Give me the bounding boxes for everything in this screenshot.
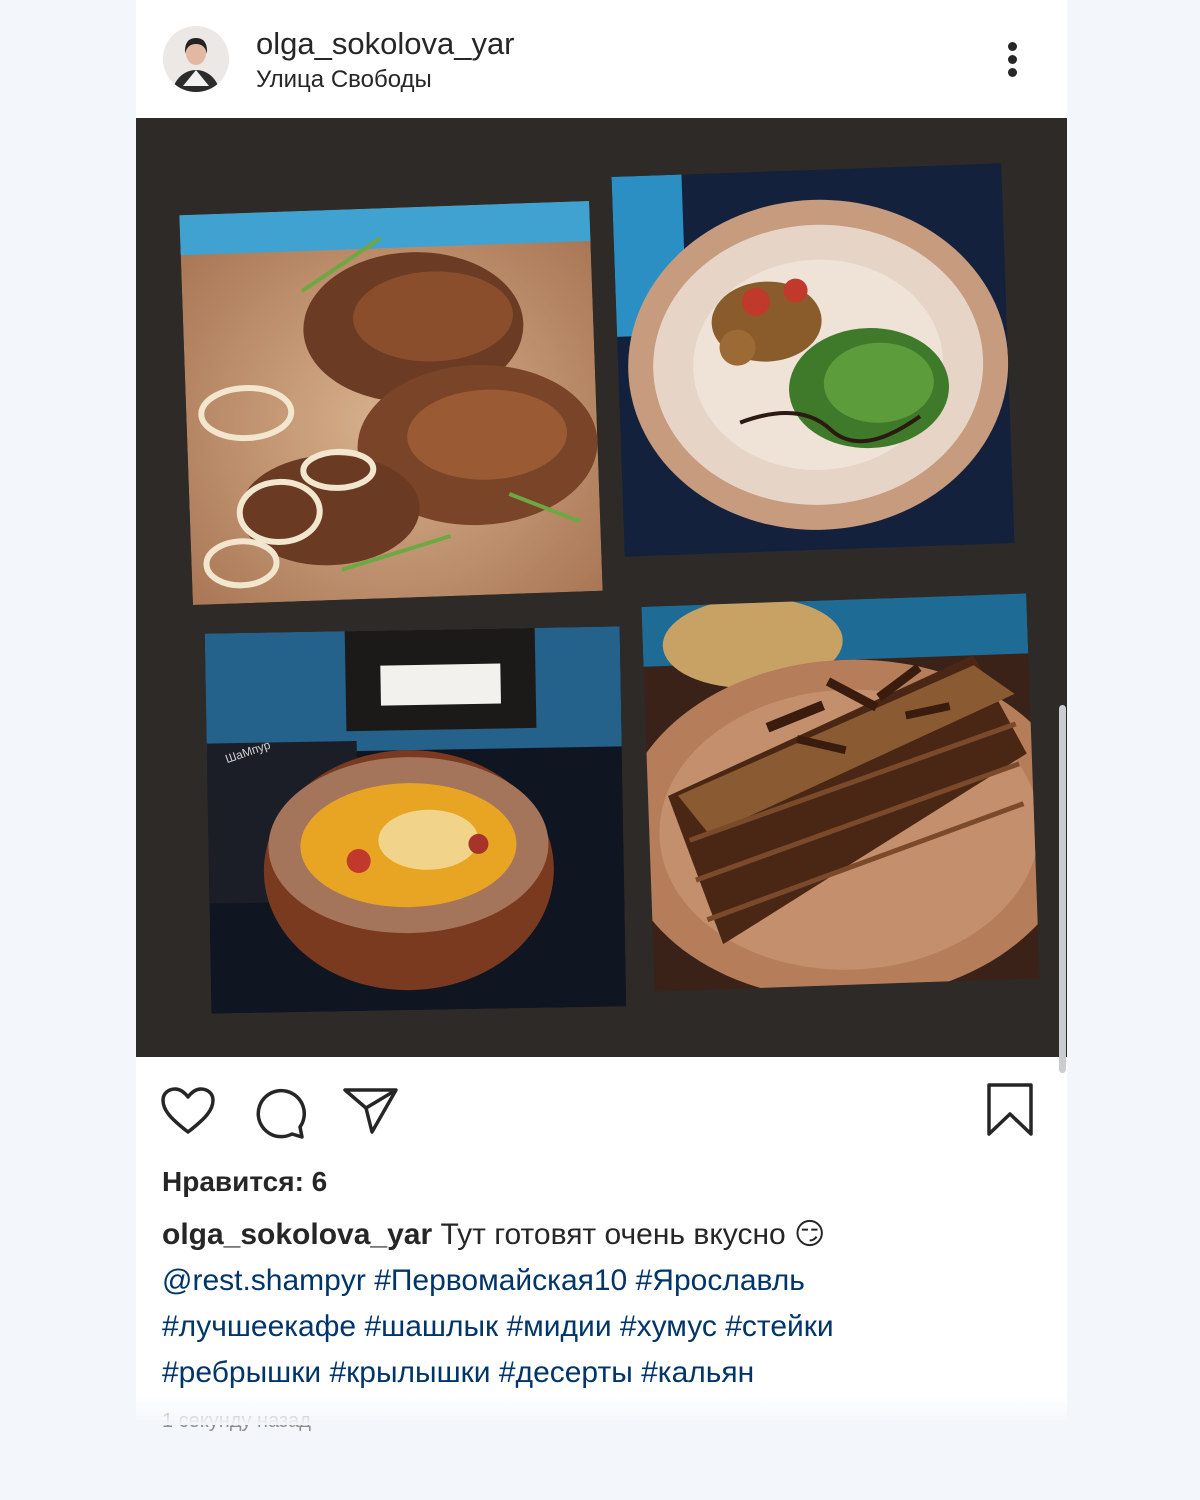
hashtag[interactable]: #кальян bbox=[641, 1356, 754, 1389]
comment-icon[interactable] bbox=[252, 1086, 306, 1145]
scroll-indicator[interactable] bbox=[1059, 705, 1066, 1073]
hashtag[interactable]: #шашлык bbox=[364, 1310, 498, 1343]
likes-count[interactable]: Нравится: 6 bbox=[162, 1166, 327, 1198]
hashtag[interactable]: #мидии bbox=[506, 1310, 611, 1343]
chocolate-cake-photo bbox=[641, 593, 1040, 992]
post-photo[interactable]: ШаМпур bbox=[136, 118, 1067, 1057]
hashtag[interactable]: #хумус bbox=[620, 1310, 717, 1343]
smirk-emoji-icon: 😏 bbox=[794, 1218, 826, 1251]
send-icon[interactable] bbox=[342, 1086, 400, 1141]
bottom-fade bbox=[136, 1395, 1067, 1425]
more-options-icon[interactable] bbox=[996, 38, 1032, 82]
hashtag[interactable]: #лучшеекафе bbox=[162, 1310, 356, 1343]
bookmark-icon[interactable] bbox=[986, 1082, 1034, 1143]
heart-icon[interactable] bbox=[160, 1086, 216, 1141]
avatar-image bbox=[163, 26, 229, 92]
hashtag[interactable]: #стейки bbox=[725, 1310, 833, 1343]
hashtag[interactable]: #крылышки bbox=[329, 1356, 490, 1389]
caption-username[interactable]: olga_sokolova_yar bbox=[162, 1218, 432, 1251]
caption-text: Тут готовят очень вкусно bbox=[432, 1218, 795, 1251]
avatar[interactable] bbox=[163, 26, 229, 92]
hashtag[interactable]: #десерты bbox=[499, 1356, 633, 1389]
grilled-meat-photo bbox=[179, 200, 603, 606]
post-location[interactable]: Улица Свободы bbox=[256, 66, 432, 94]
soup-bowl-photo: ШаМпур bbox=[204, 626, 627, 1014]
hashtag[interactable]: #Ярославль bbox=[636, 1264, 805, 1297]
post-caption: olga_sokolova_yar Тут готовят очень вкус… bbox=[162, 1212, 1022, 1396]
salad-plate-photo bbox=[611, 163, 1015, 557]
hashtag[interactable]: #ребрышки bbox=[162, 1356, 321, 1389]
caption-mention[interactable]: @rest.shampyr bbox=[162, 1264, 366, 1297]
hashtag[interactable]: #Первомайская10 bbox=[374, 1264, 627, 1297]
post-author-username[interactable]: olga_sokolova_yar bbox=[256, 26, 515, 62]
food-collage: ШаМпур bbox=[178, 160, 1040, 1020]
